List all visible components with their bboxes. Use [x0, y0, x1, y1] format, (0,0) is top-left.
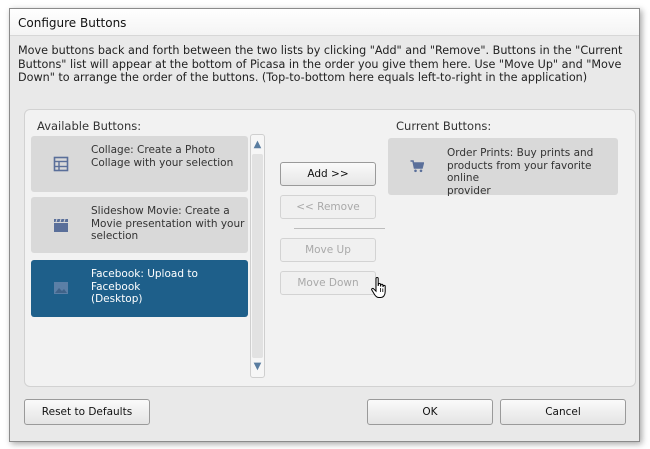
instructions-text: Move buttons back and forth between the …: [18, 44, 630, 85]
scrollbar-thumb[interactable]: [252, 154, 263, 358]
current-item-label: Order Prints: Buy prints and products fr…: [447, 147, 612, 197]
label-line: Collage with your selection: [91, 156, 234, 169]
shopping-cart-icon: [410, 160, 424, 173]
current-buttons-title: Current Buttons:: [396, 119, 492, 133]
reset-to-defaults-button[interactable]: Reset to Defaults: [24, 399, 150, 425]
buttons-panel: Available Buttons: Collage: Create a Pho…: [24, 109, 636, 387]
scroll-down-arrow-icon[interactable]: ▼: [252, 359, 263, 375]
label-line: Collage: Create a Photo: [91, 144, 215, 156]
scroll-up-arrow-icon[interactable]: ▲: [252, 137, 263, 153]
available-list-scrollbar[interactable]: ▲ ▼: [250, 134, 265, 378]
action-separator: [294, 228, 385, 229]
instructions-line: Move buttons back and forth between the …: [18, 44, 623, 57]
instructions-line: Buttons" list will appear at the bottom …: [18, 57, 622, 71]
configure-buttons-dialog: Configure Buttons Move buttons back and …: [9, 8, 640, 442]
label-line: (Desktop): [91, 293, 143, 306]
move-up-button[interactable]: Move Up: [280, 238, 376, 262]
instructions-line: Down" to arrange the order of the button…: [18, 71, 588, 85]
current-item-order-prints[interactable]: Order Prints: Buy prints and products fr…: [388, 138, 618, 197]
label-line: products from your favorite online: [447, 159, 592, 185]
ok-button[interactable]: OK: [367, 399, 493, 425]
available-item-label: Slideshow Movie: Create a Movie presenta…: [91, 205, 245, 243]
available-buttons-title: Available Buttons:: [37, 119, 142, 133]
label-line: provider: [447, 184, 491, 197]
available-item-facebook[interactable]: Facebook: Upload to Facebook (Desktop): [31, 260, 248, 317]
label-line: Slideshow Movie: Create a: [91, 205, 230, 217]
available-item-slideshow-movie[interactable]: Slideshow Movie: Create a Movie presenta…: [31, 197, 248, 253]
available-item-collage[interactable]: Collage: Create a Photo Collage with you…: [31, 136, 248, 192]
available-item-label: Facebook: Upload to Facebook (Desktop): [91, 268, 245, 306]
picture-icon: [54, 282, 68, 294]
cancel-button[interactable]: Cancel: [500, 399, 626, 425]
label-line: selection: [91, 230, 139, 243]
hand-cursor-icon: [371, 277, 386, 298]
remove-button[interactable]: << Remove: [280, 195, 376, 219]
label-line: Facebook: Upload to Facebook: [91, 268, 198, 293]
window-title: Configure Buttons: [10, 9, 639, 36]
move-down-button[interactable]: Move Down: [280, 271, 376, 295]
available-item-label: Collage: Create a Photo Collage with you…: [91, 144, 245, 169]
clapperboard-icon: [54, 218, 68, 232]
collage-icon: [53, 156, 69, 172]
label-line: Order Prints: Buy prints and: [447, 147, 594, 159]
label-line: Movie presentation with your: [91, 217, 245, 230]
add-button[interactable]: Add >>: [280, 162, 376, 186]
